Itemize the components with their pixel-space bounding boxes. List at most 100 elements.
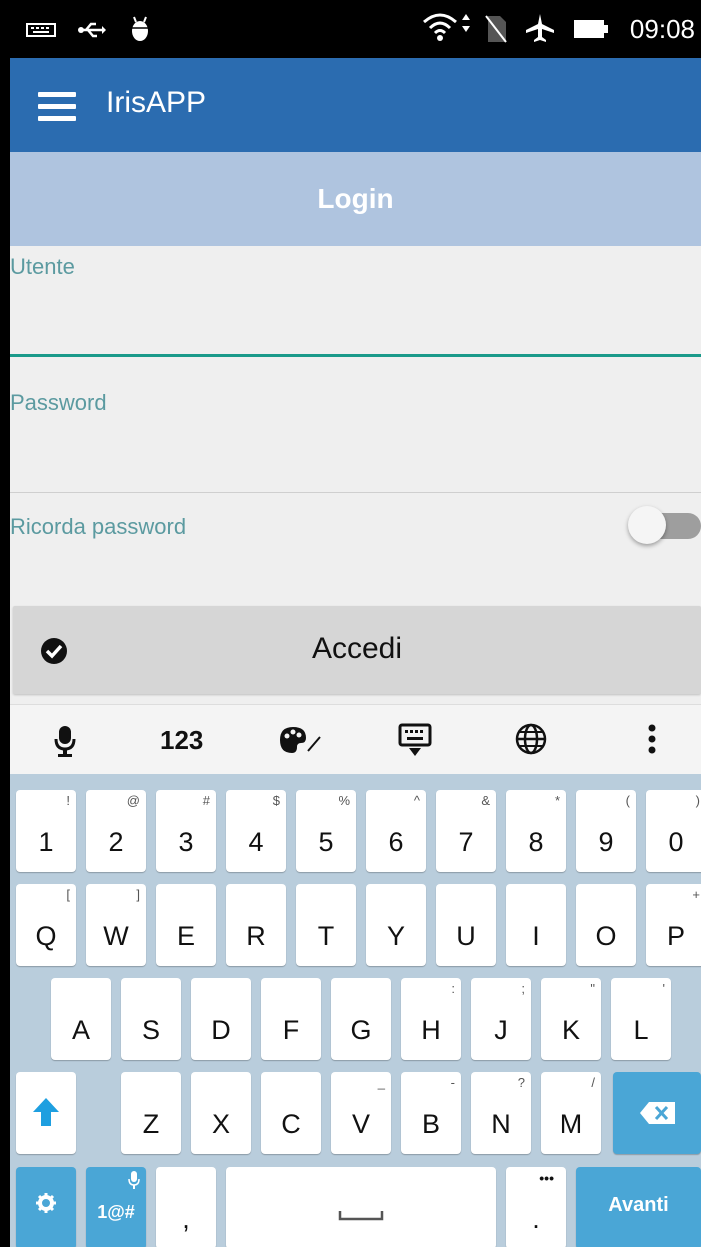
key-main-label: 6 — [388, 827, 404, 857]
key-main-label: Z — [142, 1109, 160, 1139]
key-m[interactable]: / M — [541, 1072, 601, 1154]
key-alt-label: ' — [662, 981, 665, 996]
user-input[interactable] — [10, 282, 701, 354]
period-key[interactable]: ••• . — [506, 1167, 566, 1247]
key-main-label: 7 — [458, 827, 474, 857]
key-alt-label: _ — [377, 1075, 385, 1090]
space-key[interactable] — [226, 1167, 496, 1247]
key-c[interactable]: C — [261, 1072, 321, 1154]
key-n[interactable]: ? N — [471, 1072, 531, 1154]
key-6[interactable]: ^ 6 — [366, 790, 426, 872]
login-header: Login — [10, 152, 701, 246]
password-input[interactable] — [10, 420, 701, 492]
key-main-label: S — [141, 1015, 160, 1045]
key-alt-label: ( — [625, 793, 630, 808]
key-j[interactable]: ; J — [471, 978, 531, 1060]
key-5[interactable]: % 5 — [296, 790, 356, 872]
key-alt-label: # — [202, 793, 210, 808]
key-main-label: A — [71, 1015, 90, 1045]
key-h[interactable]: :H — [401, 978, 461, 1060]
key-main-label: Y — [386, 921, 405, 951]
key-q[interactable]: [Q — [16, 884, 76, 966]
key-z[interactable]: Z — [121, 1072, 181, 1154]
key-a[interactable]: A — [51, 978, 111, 1060]
symbols-key[interactable]: 1@# — [86, 1167, 146, 1247]
key-t[interactable]: T — [296, 884, 356, 966]
key-alt-label: ! — [66, 793, 70, 808]
key-s[interactable]: S — [121, 978, 181, 1060]
shift-key[interactable] — [16, 1072, 76, 1154]
remember-password-label: Ricorda password — [10, 514, 187, 539]
key-d[interactable]: D — [191, 978, 251, 1060]
key-u[interactable]: U — [436, 884, 496, 966]
key-l[interactable]: ' L — [611, 978, 671, 1060]
key-0[interactable]: ) 0 — [646, 790, 701, 872]
key-main-label: B — [421, 1109, 440, 1139]
key-y[interactable]: Y — [366, 884, 426, 966]
key-g[interactable]: G — [331, 978, 391, 1060]
key-main-label: 0 — [668, 827, 684, 857]
microphone-icon[interactable] — [54, 725, 76, 764]
key-main-label: R — [246, 921, 266, 951]
settings-key[interactable] — [16, 1167, 76, 1247]
key-v[interactable]: _ V — [331, 1072, 391, 1154]
key-alt-label: ] — [136, 887, 140, 902]
key-r[interactable]: R — [226, 884, 286, 966]
key-main-label: 9 — [598, 827, 614, 857]
keyboard-icon — [26, 20, 56, 45]
key-f[interactable]: F — [261, 978, 321, 1060]
key-alt-label: & — [481, 793, 490, 808]
password-field-label: Password — [10, 390, 107, 415]
key-2[interactable]: @2 — [86, 790, 146, 872]
key-alt-label: ) — [695, 793, 700, 808]
key-main-label: H — [421, 1015, 441, 1045]
next-action-key[interactable]: Avanti — [576, 1167, 701, 1247]
toggle-knob[interactable] — [628, 506, 666, 544]
key-8[interactable]: * 8 — [506, 790, 566, 872]
key-main-label: M — [559, 1109, 583, 1139]
key-w[interactable]: ] W — [86, 884, 146, 966]
key-main-label: X — [211, 1109, 230, 1139]
backspace-key[interactable] — [613, 1072, 701, 1154]
key-alt-label: " — [590, 981, 595, 996]
soft-keyboard: ! 1 @2 #3 $4% 5 ^ 6 & 7 * 8(9) 0[Q] W E R T Y U I O + P A S D F G: H… — [10, 774, 701, 1247]
key-9[interactable]: (9 — [576, 790, 636, 872]
key-main-label: N — [491, 1109, 511, 1139]
key-main-label: 3 — [178, 827, 194, 857]
key-main-label: O — [595, 921, 617, 951]
period-key-alt: ••• — [539, 1170, 554, 1186]
status-time: 09:08 — [629, 14, 695, 44]
key-alt-label: [ — [66, 887, 70, 902]
hamburger-menu-icon[interactable] — [38, 92, 76, 122]
key-main-label: 5 — [318, 827, 334, 857]
key-1[interactable]: ! 1 — [16, 790, 76, 872]
key-x[interactable]: X — [191, 1072, 251, 1154]
app-title: IrisAPP — [106, 86, 207, 119]
next-action-key-label: Avanti — [608, 1194, 669, 1216]
key-alt-label: ; — [521, 981, 525, 996]
key-7[interactable]: & 7 — [436, 790, 496, 872]
key-e[interactable]: E — [156, 884, 216, 966]
key-main-label: 4 — [248, 827, 264, 857]
key-k[interactable]: " K — [541, 978, 601, 1060]
key-b[interactable]: -B — [401, 1072, 461, 1154]
language-globe-icon[interactable] — [515, 723, 547, 762]
key-main-label: L — [633, 1015, 649, 1045]
key-4[interactable]: $4 — [226, 790, 286, 872]
login-button[interactable]: Accedi — [13, 606, 701, 694]
key-main-label: 1 — [38, 827, 54, 857]
password-input-underline — [10, 492, 701, 493]
key-alt-label: * — [554, 793, 560, 808]
key-main-label: Q — [35, 921, 57, 951]
key-i[interactable]: I — [506, 884, 566, 966]
comma-key[interactable]: , — [156, 1167, 216, 1247]
key-p[interactable]: + P — [646, 884, 701, 966]
more-options-icon[interactable] — [648, 723, 656, 762]
numbers-toggle[interactable]: 123 — [160, 725, 203, 756]
key-o[interactable]: O — [576, 884, 636, 966]
key-3[interactable]: #3 — [156, 790, 216, 872]
hide-keyboard-icon[interactable] — [398, 723, 432, 764]
usb-icon — [76, 20, 106, 45]
key-alt-label: + — [692, 887, 700, 902]
theme-palette-icon[interactable] — [278, 725, 324, 762]
